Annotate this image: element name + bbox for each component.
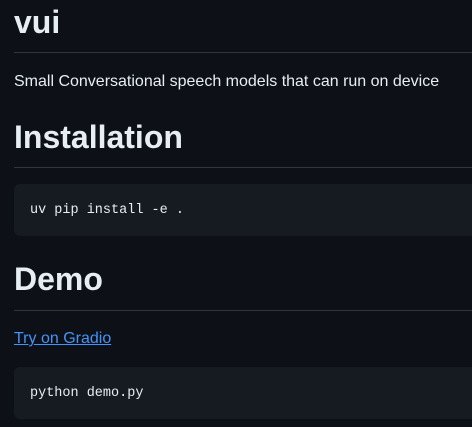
install-command: uv pip install -e .	[30, 202, 184, 218]
readme-page: vui Small Conversational speech models t…	[0, 0, 472, 427]
title-divider	[14, 52, 472, 53]
installation-heading: Installation	[14, 119, 183, 155]
project-description: Small Conversational speech models that …	[14, 73, 440, 90]
installation-divider	[14, 167, 472, 168]
demo-divider	[14, 310, 472, 311]
gradio-link[interactable]: Try on Gradio	[14, 330, 111, 348]
demo-heading: Demo	[14, 261, 103, 297]
page-title: vui	[14, 4, 61, 40]
demo-code-block[interactable]: python demo.py	[14, 367, 472, 419]
demo-command: python demo.py	[30, 385, 144, 401]
install-code-block[interactable]: uv pip install -e .	[14, 184, 472, 236]
